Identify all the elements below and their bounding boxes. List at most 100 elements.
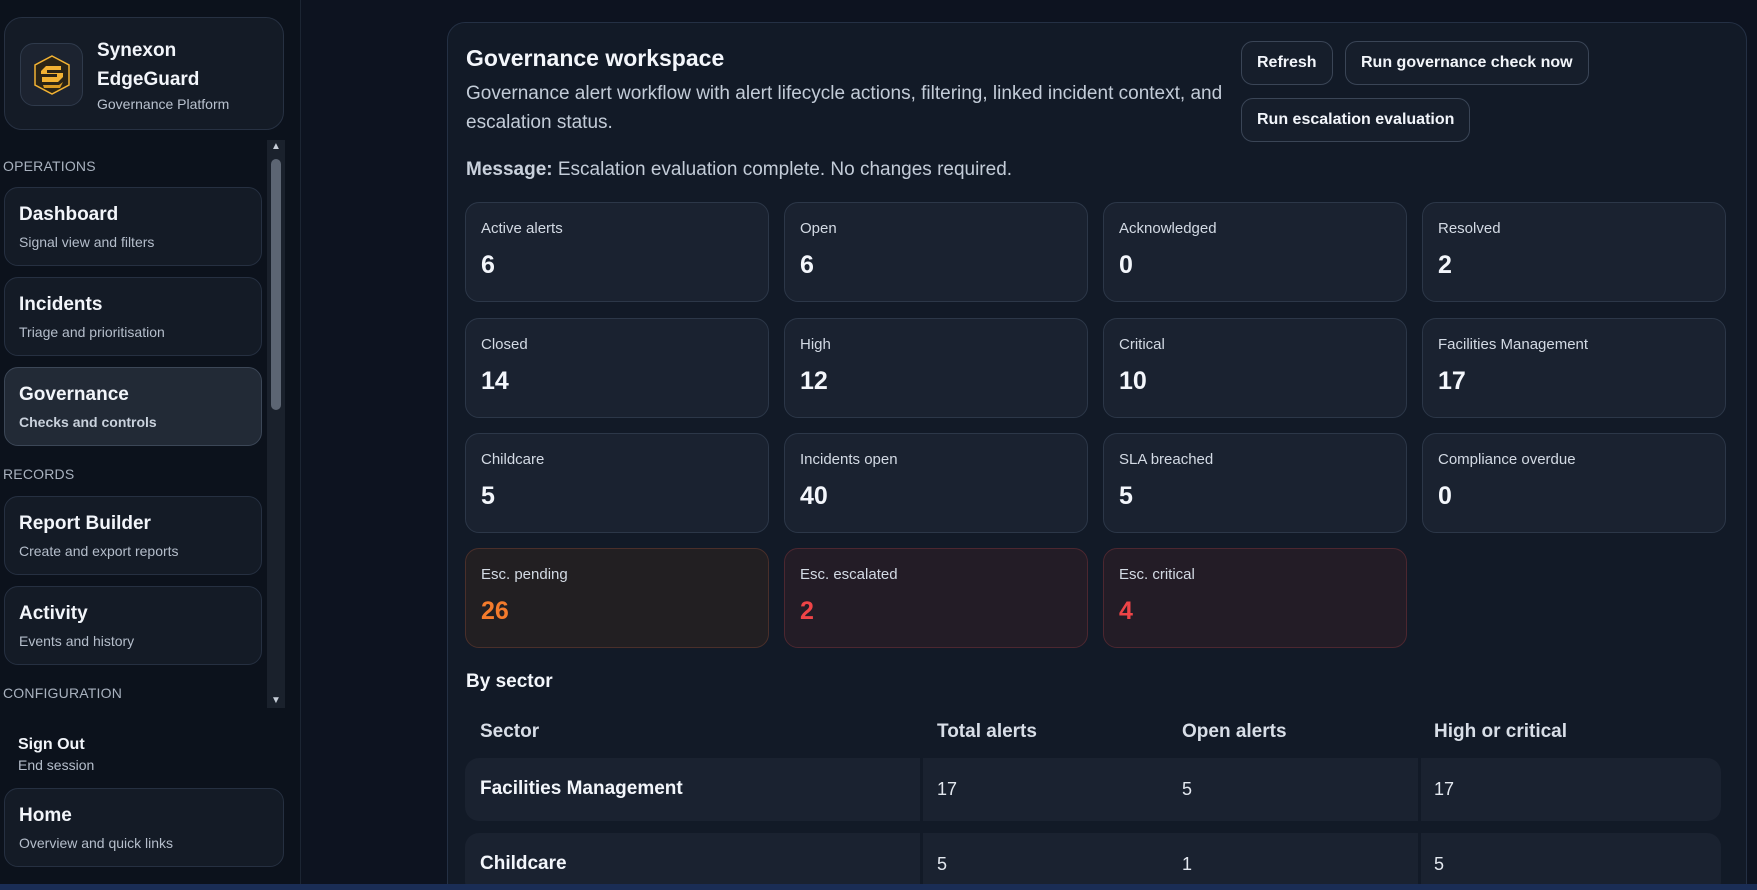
table-cell-sector: Childcare: [480, 853, 567, 874]
column-header-high-or-critical: High or critical: [1434, 721, 1568, 742]
stat-value: 4: [1119, 597, 1133, 625]
stat-label: Incidents open: [800, 451, 898, 468]
sidebar-item-title: Incidents: [19, 294, 103, 315]
run-governance-check-button[interactable]: Run governance check now: [1345, 41, 1589, 85]
stat-label: Resolved: [1438, 220, 1501, 237]
table-cell-total-alerts: 5: [937, 854, 948, 874]
sidebar-item-subtitle: Create and export reports: [19, 543, 179, 559]
nav-scroll-area: OPERATIONS Dashboard Signal view and fil…: [0, 140, 268, 708]
sidebar-item-title: Report Builder: [19, 513, 151, 534]
stat-card-esc-pending: Esc. pending 26: [465, 548, 769, 648]
table-cell-open-alerts: 1: [1182, 854, 1193, 874]
status-message-text: Escalation evaluation complete. No chang…: [552, 159, 1013, 180]
sidebar-item-subtitle: Signal view and filters: [19, 234, 155, 250]
stat-card-open: Open 6: [784, 202, 1088, 302]
governance-workspace-panel: Governance workspace Governance alert wo…: [447, 22, 1747, 890]
sidebar-item-subtitle: Checks and controls: [19, 414, 157, 430]
stat-card-sla-breached: SLA breached 5: [1103, 433, 1407, 533]
stat-card-childcare: Childcare 5: [465, 433, 769, 533]
stat-label: SLA breached: [1119, 451, 1214, 468]
sidebar-item-governance[interactable]: Governance Checks and controls: [4, 367, 262, 446]
stat-card-closed: Closed 14: [465, 318, 769, 418]
stat-value: 2: [800, 597, 814, 625]
stat-card-high: High 12: [784, 318, 1088, 418]
stat-label: Acknowledged: [1119, 220, 1217, 237]
sidebar-item-title: Activity: [19, 603, 88, 624]
sidebar-item-title: Governance: [19, 384, 129, 405]
column-header-total-alerts: Total alerts: [937, 721, 1037, 742]
sign-out-subtitle: End session: [18, 757, 95, 773]
stat-value: 10: [1119, 367, 1147, 395]
table-row-bg: [923, 758, 1418, 821]
scrollbar-thumb[interactable]: [271, 159, 281, 410]
stat-value: 6: [800, 251, 814, 279]
scroll-down-icon[interactable]: ▼: [267, 694, 285, 708]
table-row-bg: [1421, 758, 1721, 821]
stat-value: 12: [800, 367, 828, 395]
stat-value: 26: [481, 597, 509, 625]
sign-out-button[interactable]: Sign Out End session: [18, 736, 94, 773]
sidebar-item-subtitle: Overview and quick links: [19, 835, 174, 851]
refresh-button[interactable]: Refresh: [1241, 41, 1333, 85]
stat-label: High: [800, 336, 831, 353]
brand-card: Synexon EdgeGuard Governance Platform: [4, 17, 284, 130]
sidebar-item-title: Home: [19, 805, 72, 826]
sidebar-scrollbar[interactable]: ▲ ▼: [267, 140, 285, 708]
column-header-sector: Sector: [480, 721, 540, 742]
brand-subtitle: Governance Platform: [97, 96, 230, 112]
scroll-up-icon[interactable]: ▲: [267, 140, 285, 154]
stat-value: 14: [481, 367, 509, 395]
status-message: Message: Escalation evaluation complete.…: [466, 159, 1012, 181]
page-title: Governance workspace: [466, 45, 725, 71]
sidebar-item-home[interactable]: Home Overview and quick links: [4, 788, 284, 867]
stat-card-esc-escalated: Esc. escalated 2: [784, 548, 1088, 648]
table-cell-sector: Facilities Management: [480, 778, 683, 799]
sidebar-item-dashboard[interactable]: Dashboard Signal view and filters: [4, 187, 262, 266]
brand-name: Synexon EdgeGuard: [97, 40, 200, 90]
table-cell-total-alerts: 17: [937, 779, 958, 799]
column-header-open-alerts: Open alerts: [1182, 721, 1287, 742]
stat-card-compliance-overdue: Compliance overdue 0: [1422, 433, 1726, 533]
section-label-records: RECORDS: [3, 466, 75, 482]
section-label-configuration: CONFIGURATION: [3, 685, 123, 701]
sidebar-item-report-builder[interactable]: Report Builder Create and export reports: [4, 496, 262, 575]
stat-label: Esc. pending: [481, 566, 568, 583]
stat-label: Childcare: [481, 451, 545, 468]
stat-card-facilities-management: Facilities Management 17: [1422, 318, 1726, 418]
stat-card-esc-critical: Esc. critical 4: [1103, 548, 1407, 648]
sidebar-item-subtitle: Triage and prioritisation: [19, 324, 165, 340]
stat-value: 17: [1438, 367, 1466, 395]
section-label-operations: OPERATIONS: [3, 158, 96, 174]
sector-table-title: By sector: [466, 671, 553, 692]
stat-label: Esc. escalated: [800, 566, 898, 583]
stat-label: Active alerts: [481, 220, 563, 237]
stat-card-acknowledged: Acknowledged 0: [1103, 202, 1407, 302]
table-cell-high-or-critical: 5: [1434, 854, 1445, 874]
run-escalation-evaluation-button[interactable]: Run escalation evaluation: [1241, 98, 1471, 142]
stat-value: 2: [1438, 251, 1452, 279]
stat-card-incidents-open: Incidents open 40: [784, 433, 1088, 533]
table-cell-high-or-critical: 17: [1434, 779, 1455, 799]
stat-label: Facilities Management: [1438, 336, 1589, 353]
stat-label: Critical: [1119, 336, 1165, 353]
stat-card-active-alerts: Active alerts 6: [465, 202, 769, 302]
stat-value: 5: [481, 482, 495, 510]
sidebar-item-subtitle: Events and history: [19, 633, 135, 649]
sidebar-item-activity[interactable]: Activity Events and history: [4, 586, 262, 665]
sidebar-item-incidents[interactable]: Incidents Triage and prioritisation: [4, 277, 262, 356]
synexon-logo-icon: [20, 43, 83, 106]
page-description: Governance alert workflow with alert lif…: [466, 83, 1223, 133]
sign-out-label: Sign Out: [18, 736, 85, 753]
stat-label: Open: [800, 220, 837, 237]
stat-value: 6: [481, 251, 495, 279]
window-bottom-edge: [0, 884, 1757, 890]
sidebar-item-title: Dashboard: [19, 204, 119, 225]
stat-value: 0: [1119, 251, 1133, 279]
table-cell-open-alerts: 5: [1182, 779, 1193, 799]
stat-label: Compliance overdue: [1438, 451, 1576, 468]
stat-value: 5: [1119, 482, 1133, 510]
table-row-bg: [1421, 833, 1721, 890]
stat-card-resolved: Resolved 2: [1422, 202, 1726, 302]
stat-label: Closed: [481, 336, 528, 353]
stat-value: 40: [800, 482, 828, 510]
